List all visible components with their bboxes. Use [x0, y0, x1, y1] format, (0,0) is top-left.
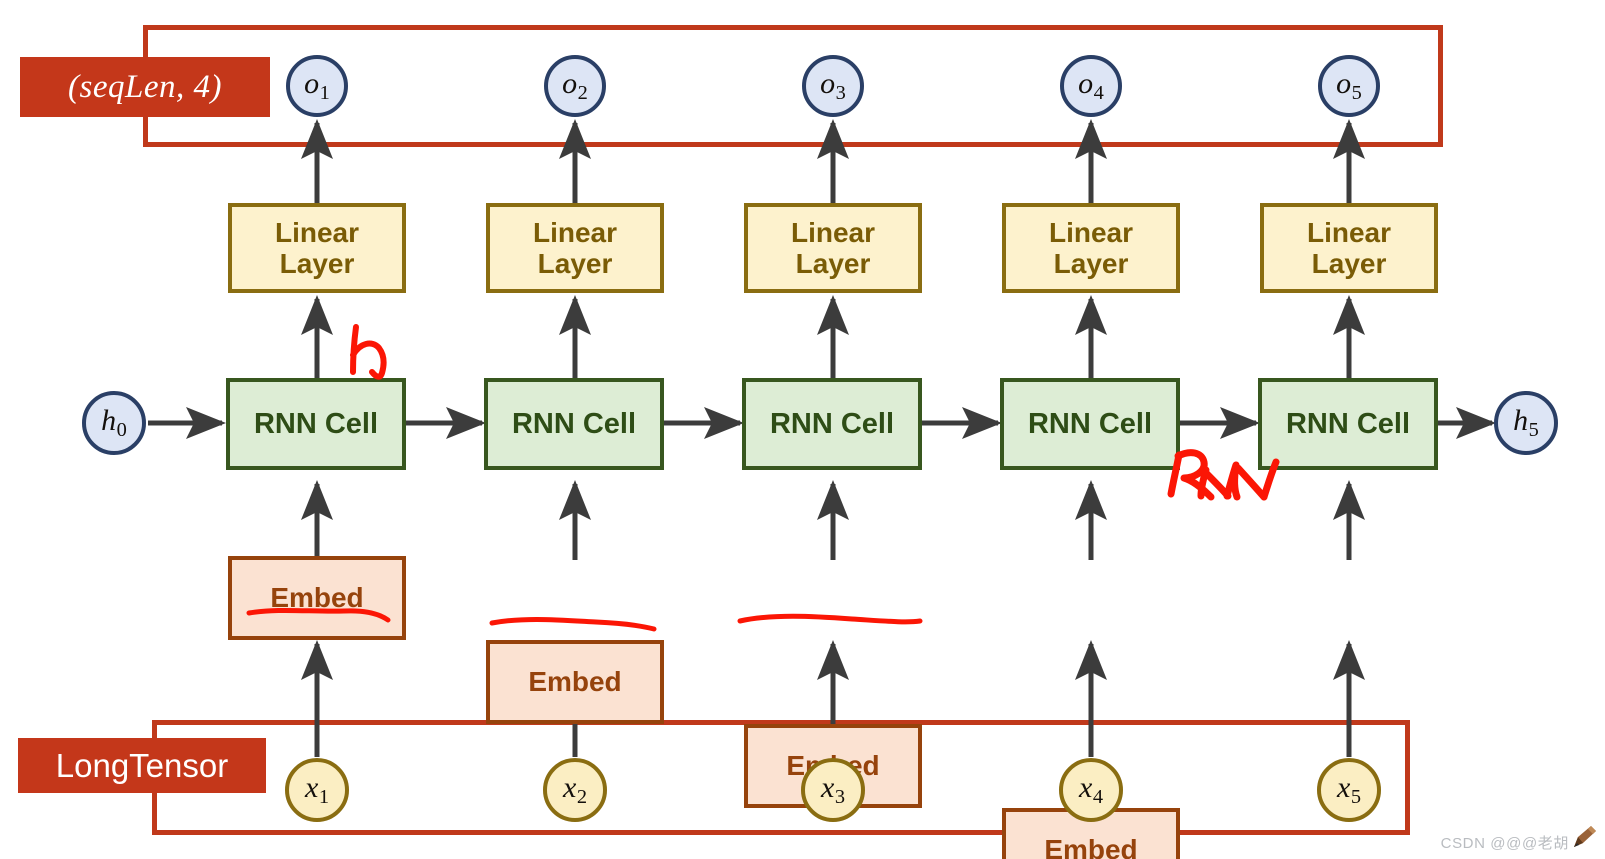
output-node-o1-label: o1: [304, 67, 330, 104]
input-node-x3-label: x3: [820, 771, 846, 808]
linear-layer-4-label: Linear Layer: [1048, 216, 1134, 279]
embed-box-2-label: Embed: [528, 666, 622, 698]
hidden-state-h5: h5: [1494, 391, 1558, 455]
watermark: CSDN @@@老胡: [1441, 824, 1597, 853]
input-node-x1-label: x1: [304, 771, 330, 808]
input-node-x2: x2: [543, 758, 607, 822]
input-node-x1: x1: [285, 758, 349, 822]
ink-underline-embed-2: [489, 616, 657, 632]
rnn-cell-2-label: RNN Cell: [511, 407, 637, 440]
output-shape-tag-label: (seqLen, 4): [68, 68, 222, 105]
output-shape-tag: (seqLen, 4): [20, 57, 270, 117]
hidden-state-h0: h0: [82, 391, 146, 455]
rnn-cell-3: RNN Cell: [742, 378, 922, 470]
output-node-o4: o4: [1060, 55, 1122, 117]
ink-underline-embed-3: [737, 613, 923, 625]
embed-box-2: Embed: [486, 640, 664, 724]
rnn-cell-3-label: RNN Cell: [769, 407, 895, 440]
diagram-canvas: (seqLen, 4) LongTensor o1 o2 o3 o4 o5 Li…: [0, 0, 1605, 859]
input-node-x4-label: x4: [1078, 771, 1104, 808]
rnn-cell-1-label: RNN Cell: [253, 407, 379, 440]
hidden-state-h0-label: h0: [101, 404, 127, 441]
rnn-cell-5-label: RNN Cell: [1285, 407, 1411, 440]
input-node-x5: x5: [1317, 758, 1381, 822]
hidden-state-h5-label: h5: [1513, 404, 1539, 441]
input-node-x2-label: x2: [562, 771, 588, 808]
linear-layer-5: Linear Layer: [1260, 203, 1438, 293]
input-type-tag: LongTensor: [18, 738, 266, 793]
ink-hidden-mark: [350, 324, 387, 380]
output-node-o2-label: o2: [562, 67, 588, 104]
output-node-o1: o1: [286, 55, 348, 117]
embed-box-1-label: Embed: [270, 582, 364, 614]
output-node-o5: o5: [1318, 55, 1380, 117]
linear-layer-2: Linear Layer: [486, 203, 664, 293]
rnn-cell-2: RNN Cell: [484, 378, 664, 470]
linear-layer-3: Linear Layer: [744, 203, 922, 293]
rnn-cell-4: RNN Cell: [1000, 378, 1180, 470]
embed-box-4-label: Embed: [1044, 834, 1138, 859]
output-node-o5-label: o5: [1336, 67, 1362, 104]
rnn-cell-4-label: RNN Cell: [1027, 407, 1153, 440]
linear-layer-4: Linear Layer: [1002, 203, 1180, 293]
rnn-cell-1: RNN Cell: [226, 378, 406, 470]
output-node-o3: o3: [802, 55, 864, 117]
linear-layer-2-label: Linear Layer: [532, 216, 618, 279]
linear-layer-3-label: Linear Layer: [790, 216, 876, 279]
output-node-o4-label: o4: [1078, 67, 1104, 104]
input-node-x4: x4: [1059, 758, 1123, 822]
input-node-x5-label: x5: [1336, 771, 1362, 808]
pencil-icon: [1571, 824, 1597, 853]
output-node-o3-label: o3: [820, 67, 846, 104]
input-type-tag-label: LongTensor: [55, 746, 229, 784]
rnn-cell-5: RNN Cell: [1258, 378, 1438, 470]
input-node-x3: x3: [801, 758, 865, 822]
output-node-o2: o2: [544, 55, 606, 117]
watermark-text: CSDN @@@老胡: [1440, 835, 1569, 852]
embed-box-1: Embed: [228, 556, 406, 640]
linear-layer-1: Linear Layer: [228, 203, 406, 293]
linear-layer-5-label: Linear Layer: [1306, 216, 1392, 279]
linear-layer-1-label: Linear Layer: [274, 216, 360, 279]
